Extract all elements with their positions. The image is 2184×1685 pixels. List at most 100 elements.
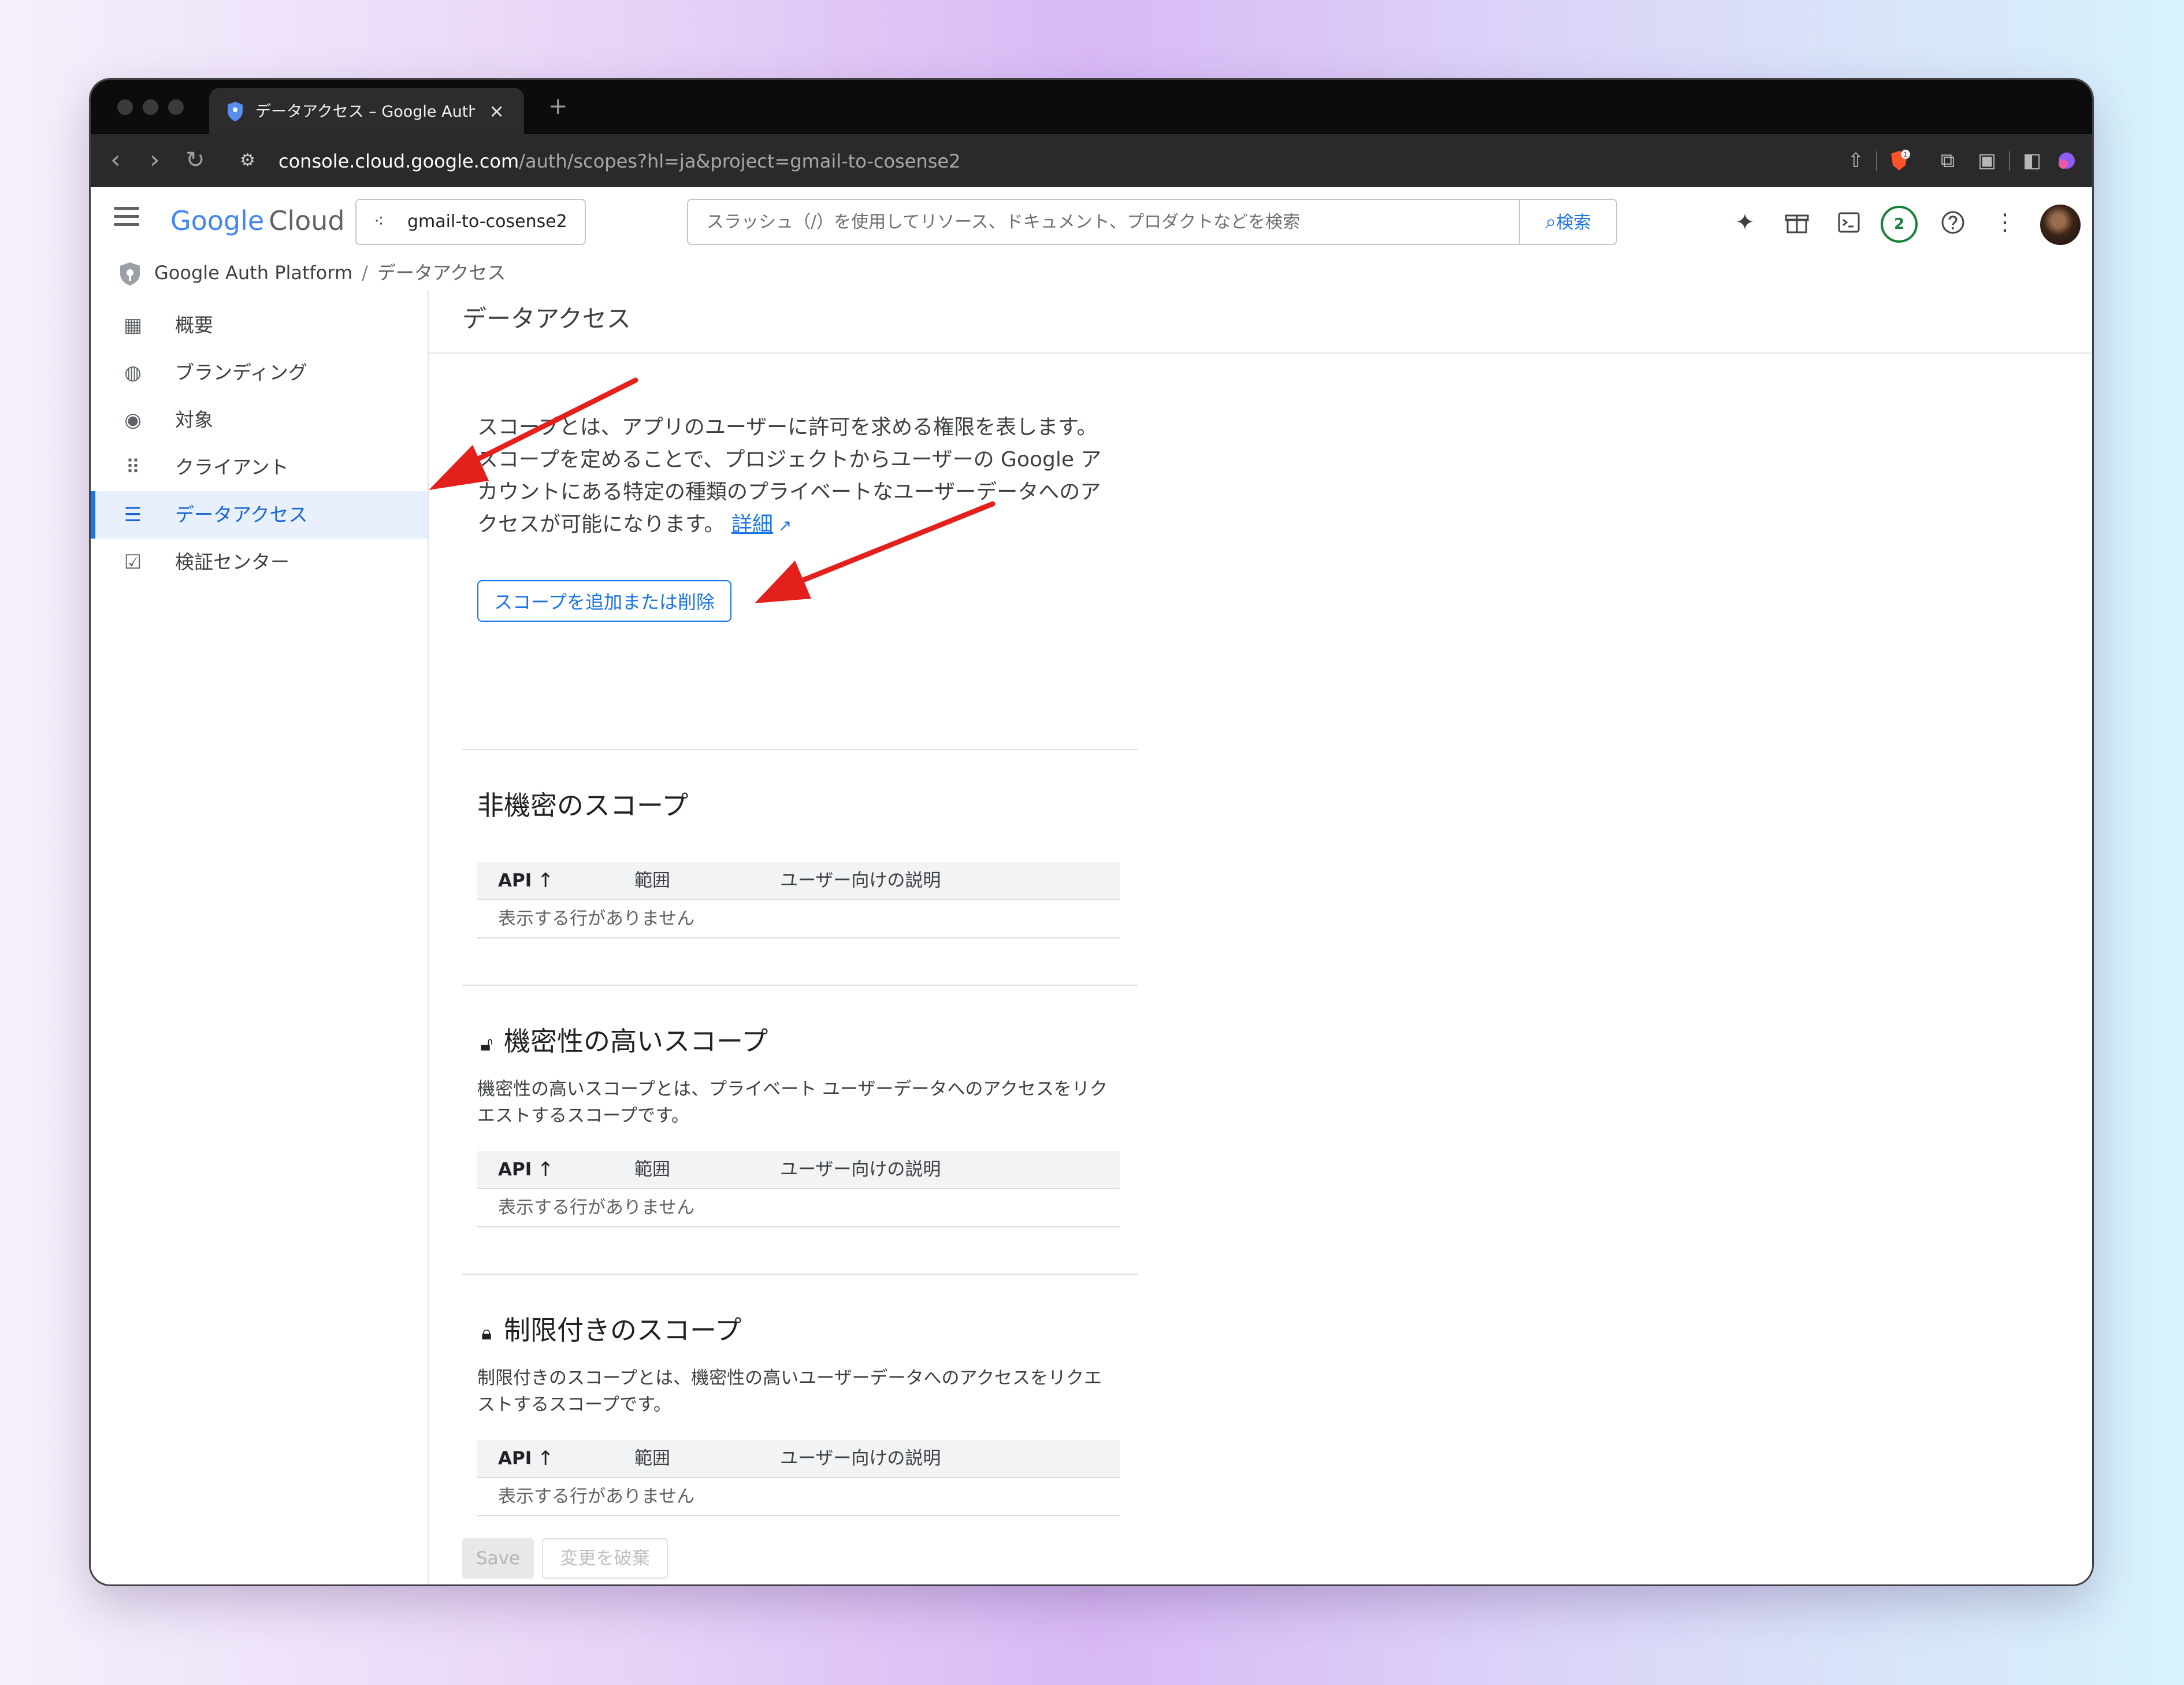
url-path: /auth/scopes?hl=ja&project=gmail-to-cose… bbox=[519, 150, 961, 172]
search-box: ⌕検索 bbox=[687, 199, 1617, 245]
wallet-icon[interactable]: ▣ bbox=[1975, 149, 1999, 172]
gemini-sparkle-icon[interactable]: ✦ bbox=[1732, 209, 1758, 236]
palette-icon: ◍ bbox=[124, 361, 142, 384]
main-content: データアクセス スコープとは、アプリのユーザーに許可を求める権限を表します。スコ… bbox=[429, 290, 2092, 1584]
forward-icon[interactable]: › bbox=[150, 146, 160, 175]
verified-icon: ☑ bbox=[124, 551, 142, 574]
divider bbox=[462, 749, 1138, 750]
column-header-range: 範囲 bbox=[634, 870, 670, 891]
table-header: API ↑ 範囲 ユーザー向けの説明 bbox=[477, 862, 1120, 900]
gift-icon[interactable] bbox=[1784, 209, 1810, 236]
section-title-sensitive: 🔓︎ 機密性の高いスコープ bbox=[477, 1023, 768, 1063]
logo-cloud: Cloud bbox=[269, 205, 345, 236]
notifications-badge[interactable]: 2 bbox=[1881, 206, 1918, 243]
sidebar-item-label: ブランディング bbox=[175, 361, 307, 384]
shield-icon bbox=[228, 102, 243, 121]
avatar[interactable] bbox=[2040, 205, 2081, 245]
sidebar-item-clients[interactable]: ⠿ クライアント bbox=[91, 444, 428, 491]
cloud-shell-icon[interactable] bbox=[1836, 209, 1862, 236]
sidebar-item-label: データアクセス bbox=[175, 503, 308, 526]
section-title-non-sensitive: 非機密のスコープ bbox=[477, 790, 689, 821]
sidebar-item-branding[interactable]: ◍ ブランディング bbox=[91, 349, 428, 396]
column-header-description: ユーザー向けの説明 bbox=[780, 870, 941, 891]
reload-icon[interactable]: ↻ bbox=[185, 146, 205, 175]
learn-more-link[interactable]: 詳細 bbox=[731, 513, 773, 536]
breadcrumb: Google Auth Platform / データアクセス bbox=[91, 254, 2092, 291]
table-row: 表示する行がありません bbox=[477, 1478, 1120, 1516]
share-icon[interactable]: ⇧ bbox=[1844, 149, 1867, 172]
close-window-button[interactable] bbox=[117, 99, 133, 115]
sidebar-item-label: 検証センター bbox=[175, 551, 289, 573]
page-title: データアクセス bbox=[462, 305, 631, 333]
search-icon: ⌕ bbox=[1545, 210, 1557, 233]
project-name: gmail-to-cosense2 bbox=[407, 211, 567, 232]
breadcrumb-separator: / bbox=[362, 262, 368, 284]
section-title-label: 機密性の高いスコープ bbox=[504, 1026, 768, 1057]
leo-ai-icon[interactable] bbox=[2055, 149, 2078, 172]
console-header: GoogleCloud ⁖ gmail-to-cosense2 ⌕検索 ✦ 2 bbox=[91, 187, 2092, 255]
extensions-icon[interactable]: ⧉ bbox=[1936, 149, 1959, 172]
search-button[interactable]: ⌕検索 bbox=[1519, 200, 1616, 244]
toolbar-divider bbox=[1876, 151, 1877, 171]
breadcrumb-root[interactable]: Google Auth Platform bbox=[154, 262, 352, 284]
column-header-api[interactable]: API bbox=[498, 1446, 532, 1471]
sidebar-item-label: 概要 bbox=[175, 314, 213, 336]
column-header-range: 範囲 bbox=[634, 1159, 670, 1180]
divider bbox=[429, 352, 2092, 354]
account-circle-icon: ◉ bbox=[124, 409, 142, 432]
sensitive-scopes-table: API ↑ 範囲 ユーザー向けの説明 表示する行がありません bbox=[477, 1151, 1120, 1227]
sort-ascending-icon[interactable]: ↑ bbox=[537, 868, 554, 893]
browser-tab-active[interactable]: データアクセス – Google Auth Platform × bbox=[209, 88, 524, 134]
close-tab-icon[interactable]: × bbox=[489, 99, 504, 123]
sidebar-item-data-access[interactable]: ☰ データアクセス bbox=[91, 491, 428, 539]
restricted-scopes-table: API ↑ 範囲 ユーザー向けの説明 表示する行がありません bbox=[477, 1440, 1120, 1516]
new-tab-button[interactable]: + bbox=[548, 94, 568, 119]
google-cloud-logo[interactable]: Google Cloud bbox=[170, 203, 345, 238]
section-title-restricted: 🔒︎ 制限付きのスコープ bbox=[477, 1312, 741, 1352]
discard-changes-button[interactable]: 変更を破棄 bbox=[542, 1538, 668, 1579]
brave-badge: 1 bbox=[1904, 151, 1908, 158]
project-hierarchy-icon: ⁖ bbox=[374, 211, 384, 232]
sidebar-item-overview[interactable]: ▦ 概要 bbox=[91, 302, 428, 349]
address-bar: ‹ › ↻ ⚙ console.cloud.google.com/auth/sc… bbox=[91, 134, 2092, 187]
sidebar-item-verification-center[interactable]: ☑ 検証センター bbox=[91, 539, 428, 586]
sidebar: ▦ 概要 ◍ ブランディング ◉ 対象 ⠿ クライアント ☰ データアクセス ☑… bbox=[91, 290, 429, 1584]
apps-grid-icon: ⠿ bbox=[125, 456, 140, 479]
main-menu-icon[interactable] bbox=[114, 207, 139, 230]
save-button[interactable]: Save bbox=[462, 1538, 534, 1579]
intro-text: スコープとは、アプリのユーザーに許可を求める権限を表します。スコープを定めること… bbox=[477, 411, 1113, 542]
site-settings-icon[interactable]: ⚙ bbox=[240, 149, 255, 172]
project-picker[interactable]: ⁖ gmail-to-cosense2 bbox=[355, 199, 586, 245]
section-description-sensitive: 機密性の高いスコープとは、プライベート ユーザーデータへのアクセスをリクエストす… bbox=[477, 1079, 1108, 1126]
column-header-api[interactable]: API bbox=[498, 868, 532, 893]
url-field[interactable]: console.cloud.google.com/auth/scopes?hl=… bbox=[278, 148, 960, 175]
column-header-api[interactable]: API bbox=[498, 1157, 532, 1182]
zoom-window-button[interactable] bbox=[168, 99, 184, 115]
sort-ascending-icon[interactable]: ↑ bbox=[537, 1446, 554, 1471]
section-description-restricted: 制限付きのスコープとは、機密性の高いユーザーデータへのアクセスをリクエストするス… bbox=[477, 1368, 1102, 1415]
sidebar-toggle-icon[interactable]: ◧ bbox=[2020, 149, 2044, 172]
help-icon[interactable] bbox=[1940, 209, 1966, 236]
table-header: API ↑ 範囲 ユーザー向けの説明 bbox=[477, 1151, 1120, 1189]
url-host: console.cloud.google.com bbox=[278, 150, 519, 172]
column-header-description: ユーザー向けの説明 bbox=[780, 1448, 941, 1469]
more-vert-icon[interactable]: ⋮ bbox=[1992, 209, 2018, 236]
column-header-range: 範囲 bbox=[634, 1448, 670, 1469]
search-input[interactable] bbox=[705, 207, 1505, 237]
column-header-description: ユーザー向けの説明 bbox=[780, 1159, 941, 1180]
tab-title: データアクセス – Google Auth Platform bbox=[255, 103, 475, 121]
add-or-remove-scopes-button[interactable]: スコープを追加または削除 bbox=[477, 580, 731, 622]
brave-shields-icon[interactable]: 1 bbox=[1888, 149, 1911, 172]
divider bbox=[462, 985, 1138, 986]
table-row: 表示する行がありません bbox=[477, 900, 1120, 938]
back-icon[interactable]: ‹ bbox=[110, 146, 121, 175]
dashboard-icon: ▦ bbox=[123, 314, 143, 337]
sort-ascending-icon[interactable]: ↑ bbox=[537, 1157, 554, 1182]
search-button-label: 検索 bbox=[1556, 213, 1591, 233]
menu-icon[interactable]: ≡ bbox=[2090, 149, 2092, 172]
empty-state-text: 表示する行がありません bbox=[498, 908, 695, 929]
tab-bar: データアクセス – Google Auth Platform × + bbox=[91, 80, 2092, 134]
auth-platform-shield-icon bbox=[120, 262, 140, 285]
sidebar-item-audience[interactable]: ◉ 対象 bbox=[91, 396, 428, 444]
minimize-window-button[interactable] bbox=[143, 99, 158, 115]
